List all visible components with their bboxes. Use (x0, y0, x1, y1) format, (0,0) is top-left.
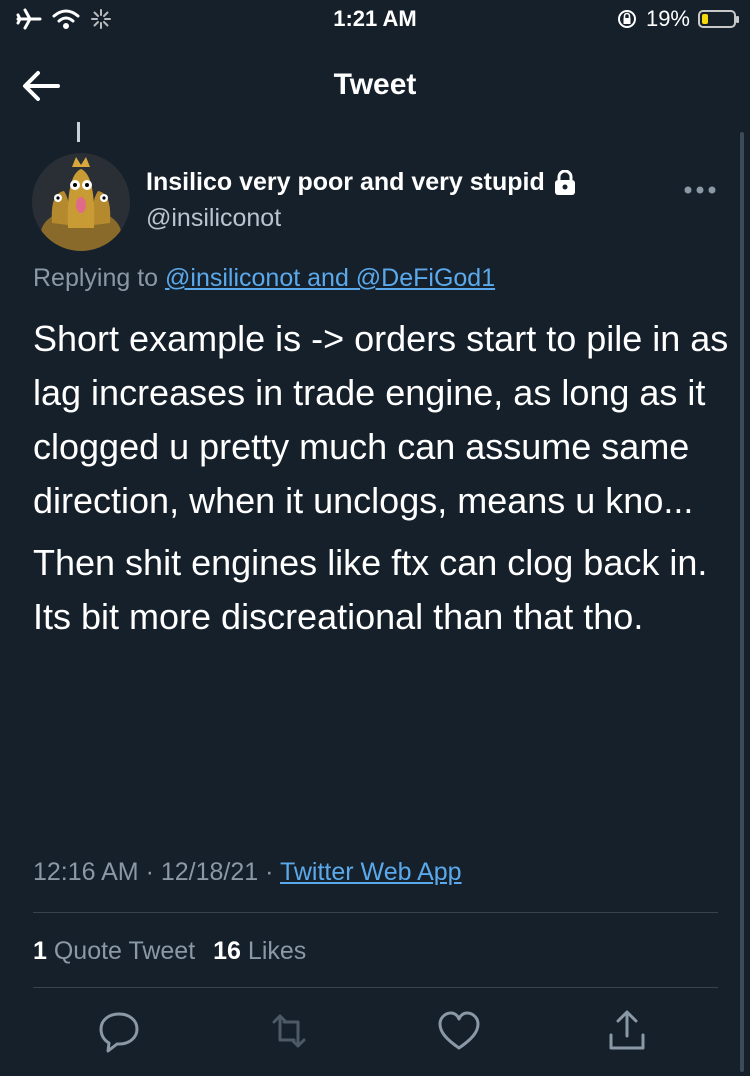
tweet-source-link[interactable]: Twitter Web App (280, 858, 462, 886)
author-handle[interactable]: @insiliconot (146, 204, 281, 233)
status-right-icons: 19% (616, 6, 739, 32)
battery-level (702, 14, 708, 24)
divider (33, 987, 718, 988)
tweet-text: Short example is -> orders start to pile… (33, 312, 733, 644)
tweet-stats: 1 Quote Tweet 16 Likes (33, 937, 306, 966)
like-label: Likes (247, 937, 307, 965)
author-name[interactable]: Insilico very poor and very stupid (146, 168, 577, 197)
retweet-icon[interactable] (266, 1008, 312, 1054)
status-bar: 1:21 AM 19% (0, 0, 750, 40)
header: Tweet (0, 58, 750, 114)
avatar[interactable] (32, 153, 130, 251)
quote-label: Quote Tweet (53, 937, 196, 965)
avatar-image (32, 153, 130, 251)
divider (33, 912, 718, 913)
tweet-actions (0, 1008, 750, 1058)
page-title: Tweet (333, 68, 417, 101)
share-icon[interactable] (604, 1008, 650, 1054)
tweet-time: 12:16 AM (33, 858, 139, 886)
rotation-lock-icon (617, 10, 636, 28)
tweet-paragraph: Then shit engines like ftx can clog back… (33, 542, 708, 637)
author-display-name: Insilico very poor and very stupid (146, 168, 545, 196)
thread-connector-line (77, 122, 80, 142)
reply-icon[interactable] (96, 1008, 142, 1054)
battery-percent: 19% (645, 6, 690, 31)
scrollbar[interactable] (740, 132, 744, 1072)
like-count: 16 (213, 937, 241, 965)
tweet-paragraph: Short example is -> orders start to pile… (33, 318, 729, 521)
meta-separator: · (265, 858, 280, 886)
meta-separator: · (145, 858, 161, 886)
quote-tweets-stat[interactable]: 1 Quote Tweet (33, 937, 195, 965)
replying-to-link[interactable]: @insiliconot and @DeFiGod1 (165, 264, 495, 292)
replying-to: Replying to @insiliconot and @DeFiGod1 (33, 264, 495, 293)
tweet-date: 12/18/21 (160, 858, 259, 886)
lock-icon (554, 169, 575, 195)
likes-stat[interactable]: 16 Likes (213, 937, 306, 965)
replying-to-prefix: Replying to (33, 264, 159, 292)
like-icon[interactable] (436, 1008, 482, 1054)
battery-icon (698, 10, 739, 28)
more-icon[interactable] (680, 180, 720, 200)
quote-count: 1 (33, 937, 47, 965)
tweet-meta: 12:16 AM · 12/18/21 · Twitter Web App (33, 858, 462, 887)
